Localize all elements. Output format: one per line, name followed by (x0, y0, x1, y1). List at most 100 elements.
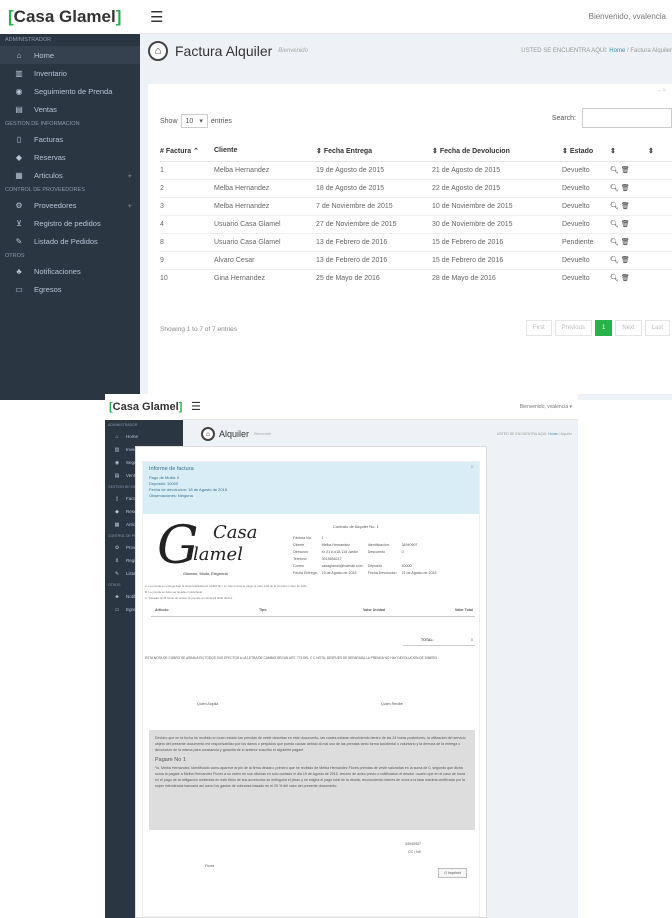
breadcrumb-home[interactable]: Home (548, 432, 557, 436)
sidebar-item-proveedores[interactable]: ⚙Proveedores+ (0, 196, 140, 214)
search-icon[interactable]: 🔍︎ (610, 167, 619, 174)
table-row[interactable]: 1 Melba Hernandez 19 de Agosto de 2015 21 d… (160, 160, 672, 179)
col-fecha-entrega[interactable]: ⇕ Fecha Entrega (316, 141, 432, 162)
table-row[interactable]: 10 Gina Hernandez 25 de Mayo de 2016 28 de … (160, 268, 672, 287)
sidebar-item-egresos[interactable]: ▭Egresos (0, 280, 140, 298)
table-cell (648, 178, 672, 197)
sidebar-item-seguimiento[interactable]: ◉Seguimiento de Prenda (0, 82, 140, 100)
page-first[interactable]: First (525, 320, 552, 336)
sidebar-item-ventas[interactable]: ▤ Ventas (0, 100, 140, 118)
table-row[interactable]: 8 Usuario Casa Glamel 13 de Febrero de 201… (160, 232, 672, 251)
field-cell: 21 de Agosto de 2015 (401, 570, 437, 575)
search-input[interactable] (582, 108, 672, 128)
table-cell: Melba Hernandez (214, 160, 316, 179)
field-row: Direccion Kr 21 A #15-115 Jardin Descuento… (293, 548, 442, 555)
field-cell: Telefono (293, 556, 307, 561)
page-last[interactable]: Last (644, 320, 670, 336)
sidebar-item-articulos[interactable]: ▦Articulos+ (0, 166, 140, 184)
user-welcome[interactable]: Bienvenido, vvalencia (589, 12, 666, 21)
table-cell: 10 (160, 268, 214, 287)
print-button[interactable]: ⎙ Imprimir (438, 868, 467, 878)
menu-toggle-icon[interactable]: ☰ (191, 400, 201, 413)
sidebar-item-facturas[interactable]: ▯Facturas (0, 130, 140, 148)
table-cell: 28 de Mayo de 2016 (432, 268, 562, 287)
table-cell: Devuelto (562, 214, 610, 233)
table-cell: Usuario Casa Glamel (214, 232, 316, 251)
page-previous[interactable]: Previous (554, 320, 592, 336)
col-cliente[interactable]: Cliente (214, 141, 316, 162)
table-row[interactable]: 4 Usuario Casa Glamel 27 de Noviembre de 2… (160, 214, 672, 233)
invoice-fields: Factura No. 1 Cliente Melba Hernandez Identi… (293, 534, 442, 576)
invoice-detail-screen: [Casa Glamel] ☰ Bienvenido, vvalencia ▾ … (105, 394, 578, 918)
sign-left-label: Quien Alquila (197, 702, 219, 706)
table-cell: Devuelto (562, 196, 610, 215)
search-icon[interactable]: 🔍︎ (610, 203, 619, 210)
search-icon[interactable]: 🔍︎ (610, 185, 619, 192)
search-icon[interactable]: 🔍︎ (610, 275, 619, 282)
close-icon[interactable]: × (470, 465, 474, 471)
expand-icon: + (127, 200, 132, 210)
bell-icon: ♣ (115, 593, 119, 600)
table-cell: 30 de Noviembre de 2015 (432, 214, 562, 233)
sidebar-item-home[interactable]: ⌂ Home (0, 46, 140, 64)
page-next[interactable]: Next (615, 320, 642, 336)
sidebar-item-registro-pedidos[interactable]: ⊻Registro de pedidos (0, 214, 140, 232)
page-1[interactable]: 1 (594, 320, 613, 336)
invoice-document: × Informe de factura Pago de Multa: 0 De… (142, 461, 480, 917)
table-cell (648, 250, 672, 269)
top-navbar: [Casa Glamel] ☰ Bienvenido, vvalencia (0, 0, 672, 34)
logo-word-lamel: lamel (193, 544, 243, 565)
entries-control: Show 10 ▾ entries (160, 114, 232, 128)
sidebar-item-listado-pedidos[interactable]: ✎Listado de Pedidos (0, 232, 140, 250)
alert-heading: Informe de factura (149, 466, 194, 472)
print-icon: ⎙ (444, 871, 448, 875)
sort-icon: ⇕ (610, 147, 616, 155)
entries-select[interactable]: 10 ▾ (180, 114, 208, 128)
table-cell: Devuelto (562, 178, 610, 197)
col-estado[interactable]: ⇕ Estado (562, 141, 610, 162)
trash-icon[interactable]: 🗑︎ (621, 275, 630, 282)
field-cell: Identificacion. (367, 542, 390, 547)
search-icon[interactable]: 🔍︎ (610, 257, 619, 264)
brand-logo[interactable]: [Casa Glamel] (105, 394, 183, 420)
sidebar-section-title: ADMINISTRADOR (5, 37, 52, 43)
breadcrumb-home[interactable]: Home (609, 48, 625, 54)
table-row[interactable]: 9 Alvaro Cesar 13 de Febrero de 2016 15 de … (160, 250, 672, 269)
table-cell: 1 (160, 160, 214, 179)
table-cell: Melba Hernandez (214, 196, 316, 215)
home-icon[interactable]: ⌂ (201, 427, 215, 441)
user-welcome[interactable]: Bienvenido, vvalencia ▾ (520, 404, 572, 410)
panel-tools[interactable]: – × (657, 88, 666, 94)
list-icon: ▦ (114, 521, 120, 528)
table-cell (648, 160, 672, 179)
total-label: TOTAL: (421, 638, 434, 642)
sidebar-item-notificaciones[interactable]: ♣Notificaciones (0, 262, 140, 280)
search-icon[interactable]: 🔍︎ (610, 221, 619, 228)
invoice-table-panel: – × Show 10 ▾ entries Search: # Factura ⌃ C… (148, 84, 672, 394)
sidebar-item-reservas[interactable]: ◆Reservas (0, 148, 140, 166)
cogs-icon: ⚙ (114, 544, 120, 551)
table-row[interactable]: 3 Melba Hernandez 7 de Noviembre de 2015 10… (160, 196, 672, 215)
casa-glamel-logo: G Casa lamel Glamour, Moda, Elegancia (155, 516, 285, 582)
pagination: First Previous 1 Next Last (523, 320, 670, 336)
col-extra[interactable]: ⇕ (648, 141, 672, 162)
sidebar-item-inventario[interactable]: ▥Inventario (0, 64, 140, 82)
trash-icon[interactable]: 🗑︎ (621, 185, 630, 192)
table-row[interactable]: 2 Melba Hernandez 18 de Agosto de 2015 22 d… (160, 178, 672, 197)
brand-logo[interactable]: [Casa Glamel] (0, 0, 140, 34)
col-fecha-devolucion[interactable]: ⇕ Fecha de Devolucion (432, 141, 562, 162)
trash-icon[interactable]: 🗑︎ (621, 167, 630, 174)
col-factura[interactable]: # Factura ⌃ (160, 141, 214, 162)
chart-icon: ▤ (114, 472, 120, 479)
home-icon[interactable]: ⌂ (148, 41, 168, 61)
col-actions[interactable]: ⇕ (610, 141, 648, 162)
trash-icon[interactable]: 🗑︎ (621, 221, 630, 228)
menu-toggle-icon[interactable]: ☰ (150, 8, 163, 26)
table-cell: 3 (160, 196, 214, 215)
trash-icon[interactable]: 🗑︎ (621, 257, 630, 264)
table-cell: 19 de Agosto de 2015 (316, 160, 432, 179)
sidebar-item-home[interactable]: ⌂ Home (105, 430, 183, 443)
search-icon[interactable]: 🔍︎ (610, 239, 619, 246)
trash-icon[interactable]: 🗑︎ (621, 239, 630, 246)
trash-icon[interactable]: 🗑︎ (621, 203, 630, 210)
